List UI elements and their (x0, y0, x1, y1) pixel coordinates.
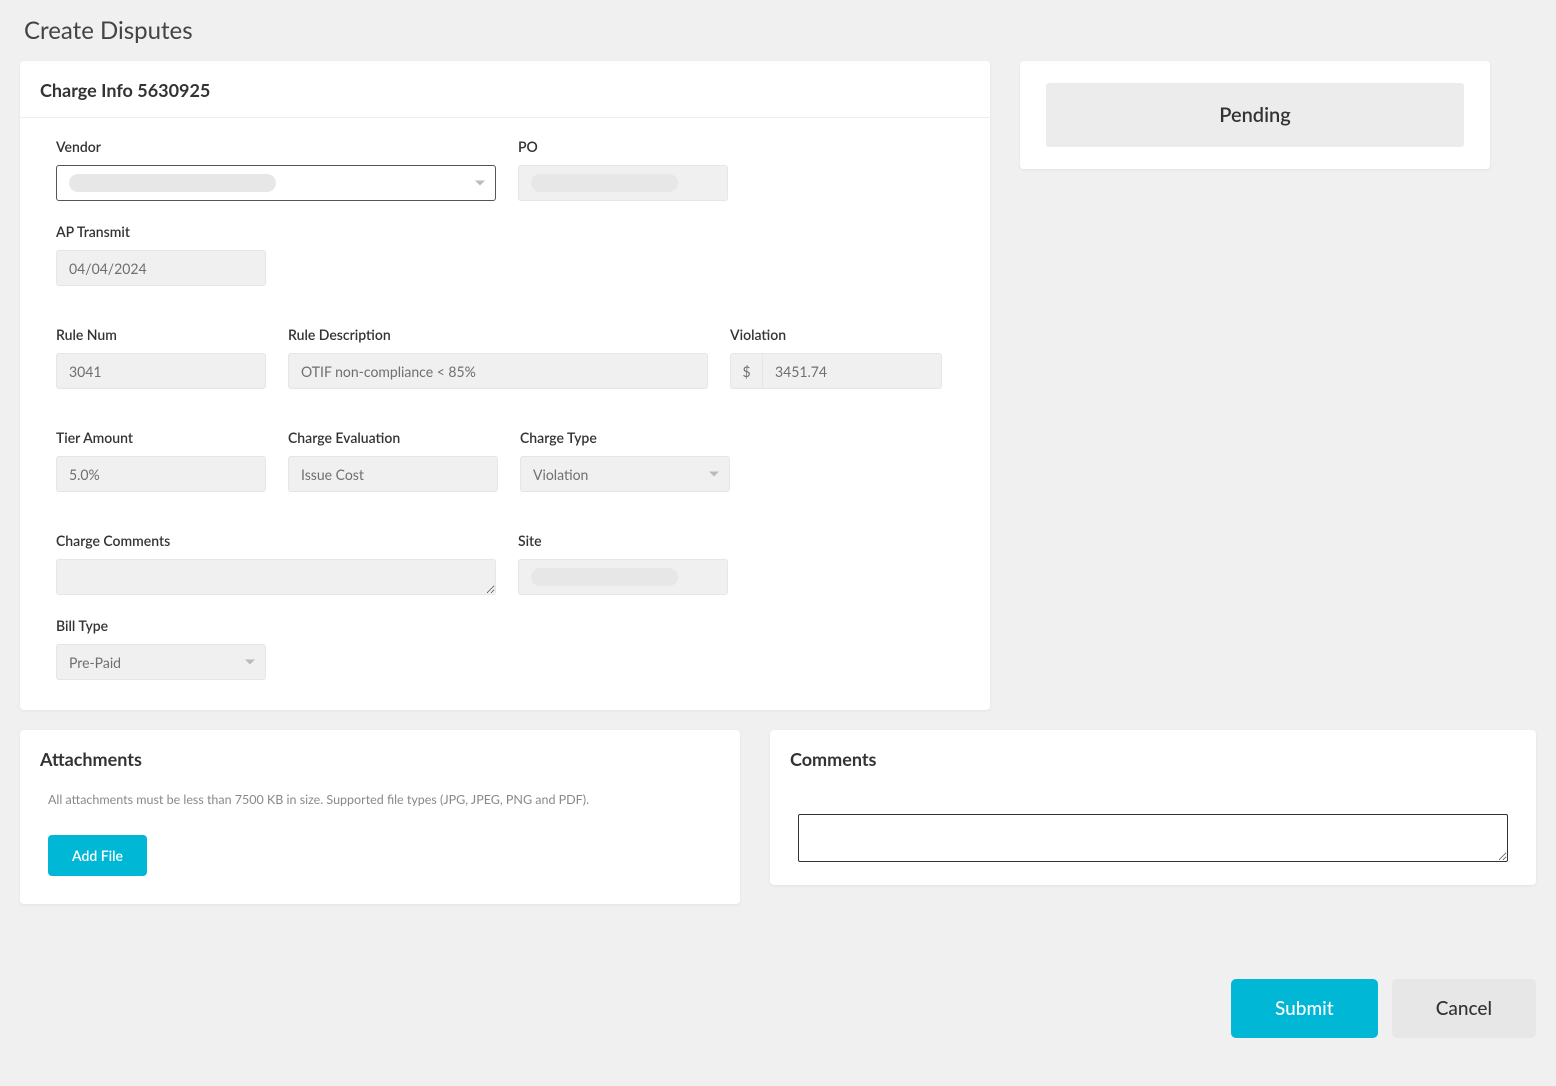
status-card: Pending (1020, 61, 1490, 169)
ap-transmit-field: 04/04/2024 (56, 250, 266, 286)
page-title: Create Disputes (0, 0, 1556, 61)
charge-type-select: Violation (520, 456, 730, 492)
bill-type-label: Bill Type (56, 617, 266, 634)
tier-amount-field: 5.0% (56, 456, 266, 492)
site-field (518, 559, 728, 595)
tier-amount-label: Tier Amount (56, 429, 266, 446)
rule-num-label: Rule Num (56, 326, 266, 343)
vendor-value-placeholder (69, 174, 276, 192)
charge-type-value: Violation (533, 466, 588, 483)
bill-type-select: Pre-Paid (56, 644, 266, 680)
currency-icon: $ (730, 353, 762, 389)
violation-label: Violation (730, 326, 942, 343)
charge-evaluation-value: Issue Cost (301, 466, 364, 483)
comments-input[interactable] (798, 814, 1508, 862)
rule-description-field: OTIF non-compliance < 85% (288, 353, 708, 389)
charge-type-label: Charge Type (520, 429, 730, 446)
tier-amount-value: 5.0% (69, 466, 100, 483)
chevron-down-icon (475, 181, 485, 186)
attachments-header: Attachments (20, 730, 740, 776)
charge-info-card: Charge Info 5630925 Vendor PO (20, 61, 990, 710)
po-label: PO (518, 138, 728, 155)
rule-num-value: 3041 (69, 363, 101, 380)
charge-evaluation-label: Charge Evaluation (288, 429, 498, 446)
submit-button[interactable]: Submit (1231, 979, 1378, 1038)
rule-num-field: 3041 (56, 353, 266, 389)
po-value-placeholder (531, 174, 678, 192)
attachments-card: Attachments All attachments must be less… (20, 730, 740, 904)
charge-evaluation-field: Issue Cost (288, 456, 498, 492)
add-file-button[interactable]: Add File (48, 835, 147, 876)
ap-transmit-label: AP Transmit (56, 223, 266, 240)
charge-comments-label: Charge Comments (56, 532, 496, 549)
cancel-button[interactable]: Cancel (1392, 979, 1536, 1038)
charge-comments-field (56, 559, 496, 595)
rule-description-label: Rule Description (288, 326, 708, 343)
comments-header: Comments (770, 730, 1536, 786)
rule-description-value: OTIF non-compliance < 85% (301, 363, 476, 380)
ap-transmit-value: 04/04/2024 (69, 260, 147, 277)
comments-card: Comments (770, 730, 1536, 885)
status-badge: Pending (1046, 83, 1464, 147)
violation-value: 3451.74 (775, 363, 827, 380)
site-value-placeholder (531, 568, 678, 586)
chevron-down-icon (709, 472, 719, 477)
chevron-down-icon (245, 660, 255, 665)
vendor-label: Vendor (56, 138, 496, 155)
vendor-select[interactable] (56, 165, 496, 201)
violation-field: $ 3451.74 (730, 353, 942, 389)
po-field (518, 165, 728, 201)
bill-type-value: Pre-Paid (69, 654, 121, 671)
attachments-hint: All attachments must be less than 7500 K… (48, 792, 712, 807)
site-label: Site (518, 532, 728, 549)
charge-info-header: Charge Info 5630925 (20, 61, 990, 118)
